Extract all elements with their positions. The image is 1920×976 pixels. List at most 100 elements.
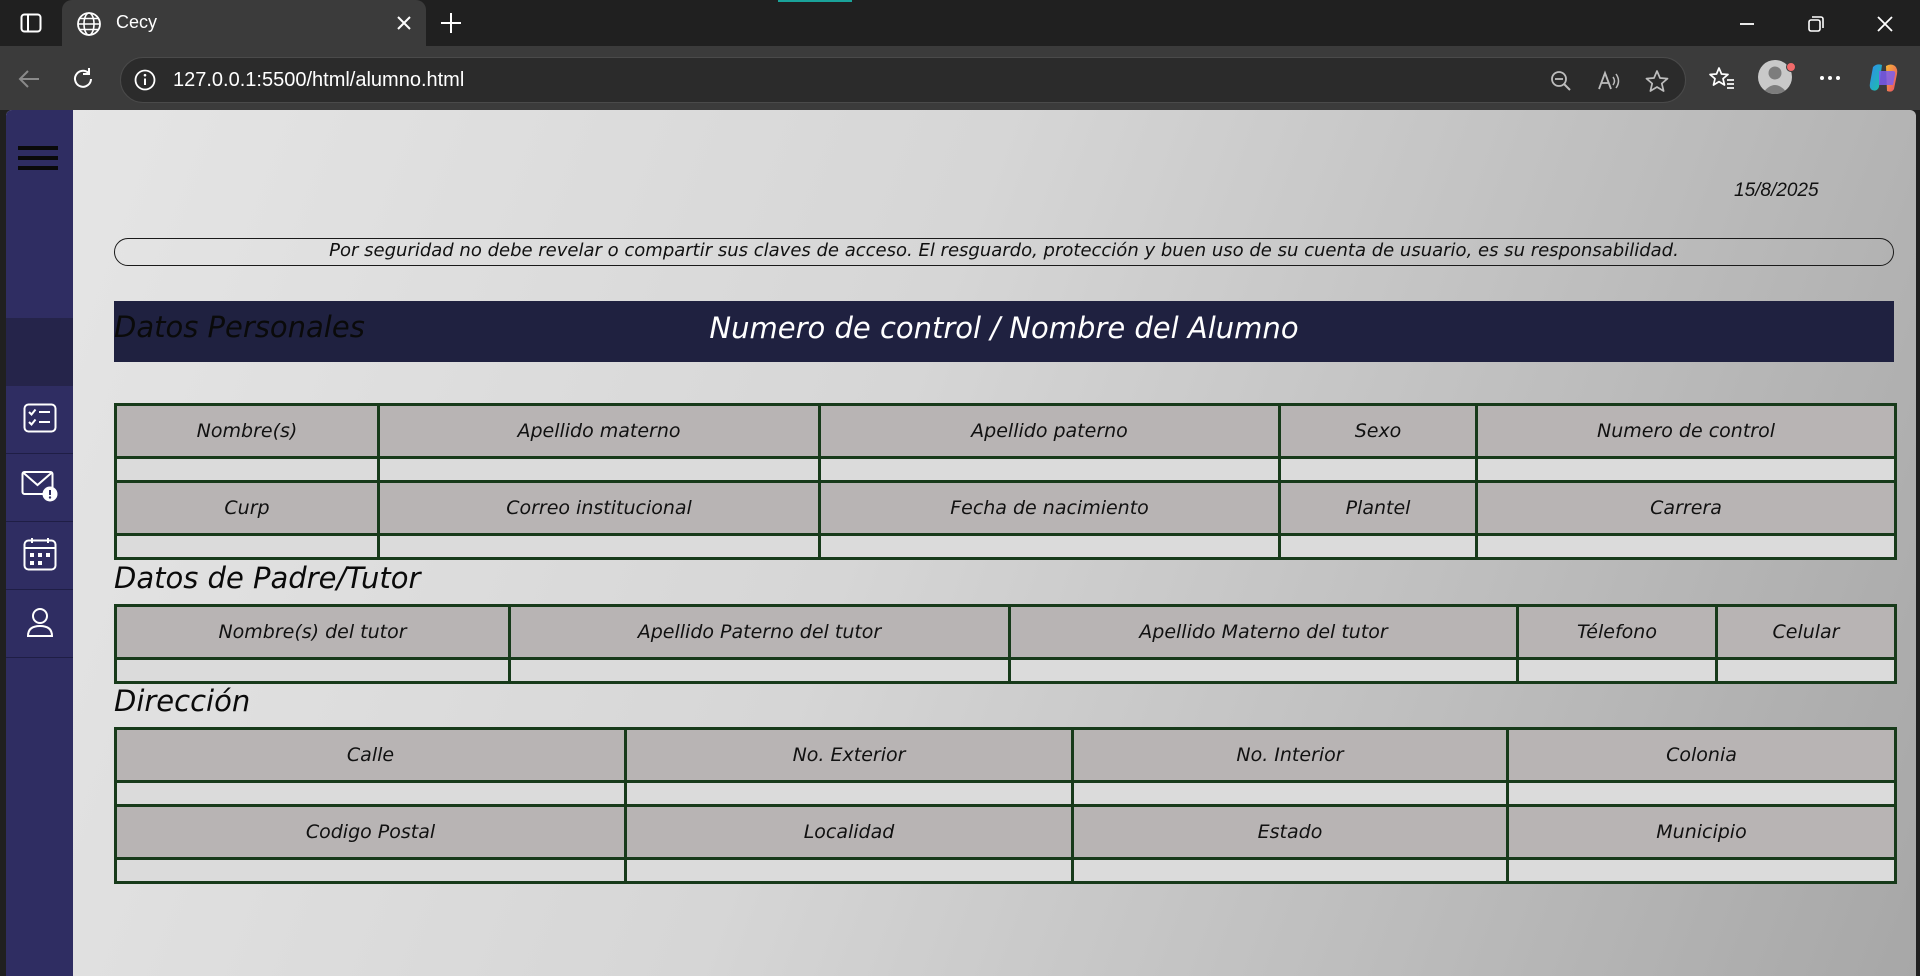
value-cell (377, 533, 821, 560)
favorites-icon[interactable] (1704, 60, 1740, 96)
header-cell: Celular (1715, 604, 1897, 660)
copilot-icon[interactable] (1866, 60, 1902, 96)
read-aloud-icon[interactable] (1595, 67, 1623, 95)
header-cell: Estado (1071, 804, 1509, 860)
address-data-table: Calle No. Exterior No. Interior Colonia … (114, 727, 1897, 884)
close-tab-icon[interactable] (392, 11, 416, 39)
sidebar-active-band (6, 318, 73, 386)
profile-avatar[interactable] (1758, 60, 1796, 96)
value-cell (624, 857, 1074, 884)
tab-indicator (778, 0, 852, 2)
tab-title: Cecy (116, 12, 158, 32)
value-cell (1506, 780, 1897, 807)
value-cell (818, 456, 1281, 483)
sidebar-item-messages[interactable] (6, 454, 73, 522)
table-value-row (114, 533, 1897, 560)
table-value-row (114, 780, 1897, 807)
header-cell: Apellido Paterno del tutor (508, 604, 1011, 660)
header-cell: Codigo Postal (114, 804, 627, 860)
value-cell (114, 857, 627, 884)
globe-icon (76, 11, 102, 41)
value-cell (508, 657, 1011, 684)
notification-dot (1786, 62, 1796, 72)
header-cell: Plantel (1278, 480, 1478, 536)
value-cell (114, 533, 380, 560)
sidebar-item-checklist[interactable] (6, 386, 73, 454)
header-cell: Numero de control (1475, 403, 1897, 459)
table-value-row (114, 657, 1897, 684)
value-cell (114, 456, 380, 483)
header-cell: Municipio (1506, 804, 1897, 860)
checklist-icon (23, 403, 57, 437)
sidebar-item-calendar[interactable] (6, 522, 73, 590)
value-cell (1475, 533, 1897, 560)
section-title-tutor: Datos de Padre/Tutor (114, 561, 421, 595)
table-value-row (114, 857, 1897, 884)
close-window-icon[interactable] (1872, 11, 1898, 37)
header-cell: Localidad (624, 804, 1074, 860)
value-cell (114, 657, 511, 684)
address-bar[interactable]: 127.0.0.1:5500/html/alumno.html (120, 57, 1686, 103)
value-cell (1071, 857, 1509, 884)
mail-alert-icon (21, 469, 59, 507)
site-info-icon[interactable] (133, 68, 157, 96)
minimize-icon[interactable] (1734, 11, 1760, 37)
table-header-row: Calle No. Exterior No. Interior Colonia (114, 727, 1897, 783)
header-cell: No. Exterior (624, 727, 1074, 783)
header-cell: Calle (114, 727, 627, 783)
header-cell: Nombre(s) del tutor (114, 604, 511, 660)
page-viewport: 15/8/2025 Por seguridad no debe revelar … (6, 110, 1916, 976)
header-cell: No. Interior (1071, 727, 1509, 783)
calendar-icon (23, 537, 57, 575)
sidebar-item-profile[interactable] (6, 590, 73, 658)
header-cell: Curp (114, 480, 380, 536)
value-cell (1715, 657, 1897, 684)
header-cell: Carrera (1475, 480, 1897, 536)
back-icon[interactable] (14, 64, 44, 94)
new-tab-icon[interactable] (438, 10, 464, 40)
value-cell (114, 780, 627, 807)
value-cell (377, 456, 821, 483)
value-cell (624, 780, 1074, 807)
value-cell (1278, 456, 1478, 483)
tab-actions-icon[interactable] (12, 11, 50, 35)
current-date: 15/8/2025 (1734, 180, 1819, 201)
header-cell: Apellido Materno del tutor (1008, 604, 1519, 660)
value-cell (1516, 657, 1718, 684)
url-text[interactable]: 127.0.0.1:5500/html/alumno.html (173, 69, 464, 92)
table-header-row: Curp Correo institucional Fecha de nacim… (114, 480, 1897, 536)
value-cell (1506, 857, 1897, 884)
reload-icon[interactable] (68, 64, 98, 94)
value-cell (1008, 657, 1519, 684)
more-options-icon[interactable] (1812, 60, 1848, 96)
student-banner: Numero de control / Nombre del Alumno (114, 301, 1894, 362)
sidebar (6, 110, 73, 976)
restore-icon[interactable] (1803, 11, 1829, 37)
table-header-row: Nombre(s) del tutor Apellido Paterno del… (114, 604, 1897, 660)
zoom-out-icon[interactable] (1547, 67, 1575, 95)
header-cell: Apellido materno (377, 403, 821, 459)
security-notice: Por seguridad no debe revelar o comparti… (114, 238, 1894, 266)
browser-tab-bar: Cecy (0, 0, 1920, 48)
header-cell: Télefono (1516, 604, 1718, 660)
table-header-row: Codigo Postal Localidad Estado Municipio (114, 804, 1897, 860)
value-cell (1071, 780, 1509, 807)
value-cell (818, 533, 1281, 560)
header-cell: Apellido paterno (818, 403, 1281, 459)
header-cell: Correo institucional (377, 480, 821, 536)
tutor-data-table: Nombre(s) del tutor Apellido Paterno del… (114, 604, 1897, 684)
browser-toolbar: 127.0.0.1:5500/html/alumno.html (0, 46, 1920, 110)
section-title-personal: Datos Personales (114, 310, 365, 344)
header-cell: Nombre(s) (114, 403, 380, 459)
value-cell (1475, 456, 1897, 483)
header-cell: Fecha de nacimiento (818, 480, 1281, 536)
browser-tab[interactable]: Cecy (62, 0, 426, 48)
user-icon (25, 606, 55, 642)
hamburger-menu-icon[interactable] (18, 146, 62, 182)
section-title-address: Dirección (114, 684, 251, 718)
favorite-star-icon[interactable] (1643, 67, 1671, 95)
table-value-row (114, 456, 1897, 483)
table-header-row: Nombre(s) Apellido materno Apellido pate… (114, 403, 1897, 459)
personal-data-table: Nombre(s) Apellido materno Apellido pate… (114, 403, 1897, 560)
value-cell (1278, 533, 1478, 560)
